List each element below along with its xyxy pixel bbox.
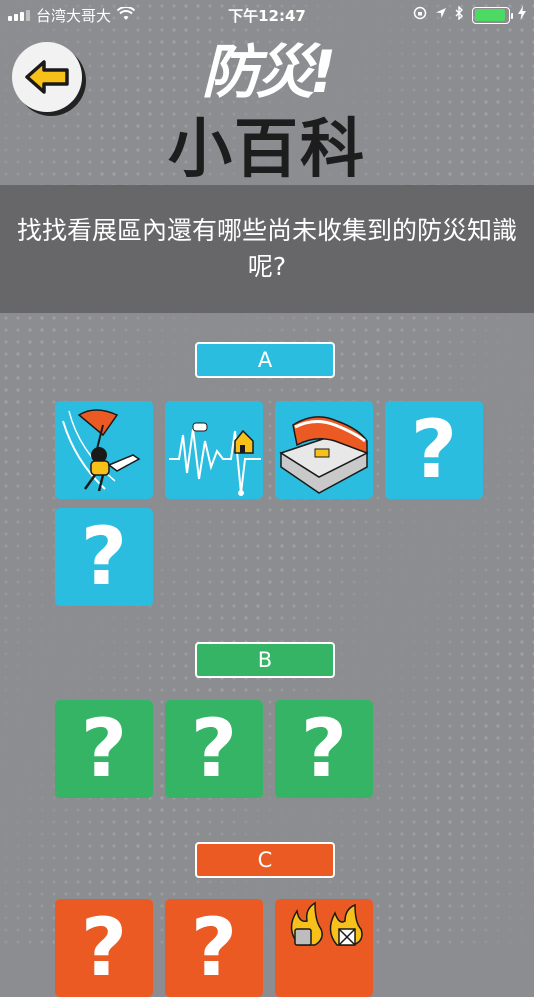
section-label-c: C <box>195 842 335 878</box>
tile-c2-locked[interactable]: ? <box>165 899 263 997</box>
section-label-b: B <box>195 642 335 678</box>
tile-a1-typhoon[interactable] <box>55 401 153 499</box>
question-mark-icon: ? <box>190 702 238 795</box>
question-mark-icon: ? <box>410 403 458 496</box>
tile-b2-locked[interactable]: ? <box>165 700 263 798</box>
status-bar: 台湾大哥大 下午12:47 <box>0 0 534 30</box>
question-mark-icon: ? <box>190 901 238 994</box>
logo-title-top: 防災! <box>201 38 336 106</box>
battery-fill <box>474 9 505 21</box>
section-label-a: A <box>195 342 335 378</box>
tile-c1-locked[interactable]: ? <box>55 899 153 997</box>
orientation-lock-icon <box>413 6 427 24</box>
tile-a2-earthquake[interactable] <box>165 401 263 499</box>
tile-b3-locked[interactable]: ? <box>275 700 373 798</box>
question-mark-icon: ? <box>80 510 128 603</box>
charging-icon <box>518 6 526 24</box>
tile-a5-locked[interactable]: ? <box>55 508 153 606</box>
bluetooth-icon <box>455 5 464 24</box>
tile-a3-landslide[interactable] <box>275 401 373 499</box>
back-arrow-icon <box>25 60 69 94</box>
logo-title-bottom: 小百科 <box>168 113 366 187</box>
prompt-banner: 找找看展區內還有哪些尚未收集到的防災知識呢? <box>0 185 534 313</box>
fire-icon <box>290 901 363 946</box>
tile-a4-locked[interactable]: ? <box>385 401 483 499</box>
typhoon-icon <box>62 409 141 492</box>
question-mark-icon: ? <box>80 702 128 795</box>
question-mark-icon: ? <box>300 702 348 795</box>
location-icon <box>435 7 447 23</box>
battery-icon <box>472 6 513 24</box>
prompt-text: 找找看展區內還有哪些尚未收集到的防災知識呢? <box>17 216 518 281</box>
tile-c3-fire[interactable] <box>275 899 373 997</box>
question-mark-icon: ? <box>80 901 128 994</box>
landslide-icon <box>279 416 369 494</box>
status-right <box>413 5 526 24</box>
back-button[interactable] <box>12 42 82 112</box>
earthquake-icon <box>169 422 261 496</box>
tile-b1-locked[interactable]: ? <box>55 700 153 798</box>
